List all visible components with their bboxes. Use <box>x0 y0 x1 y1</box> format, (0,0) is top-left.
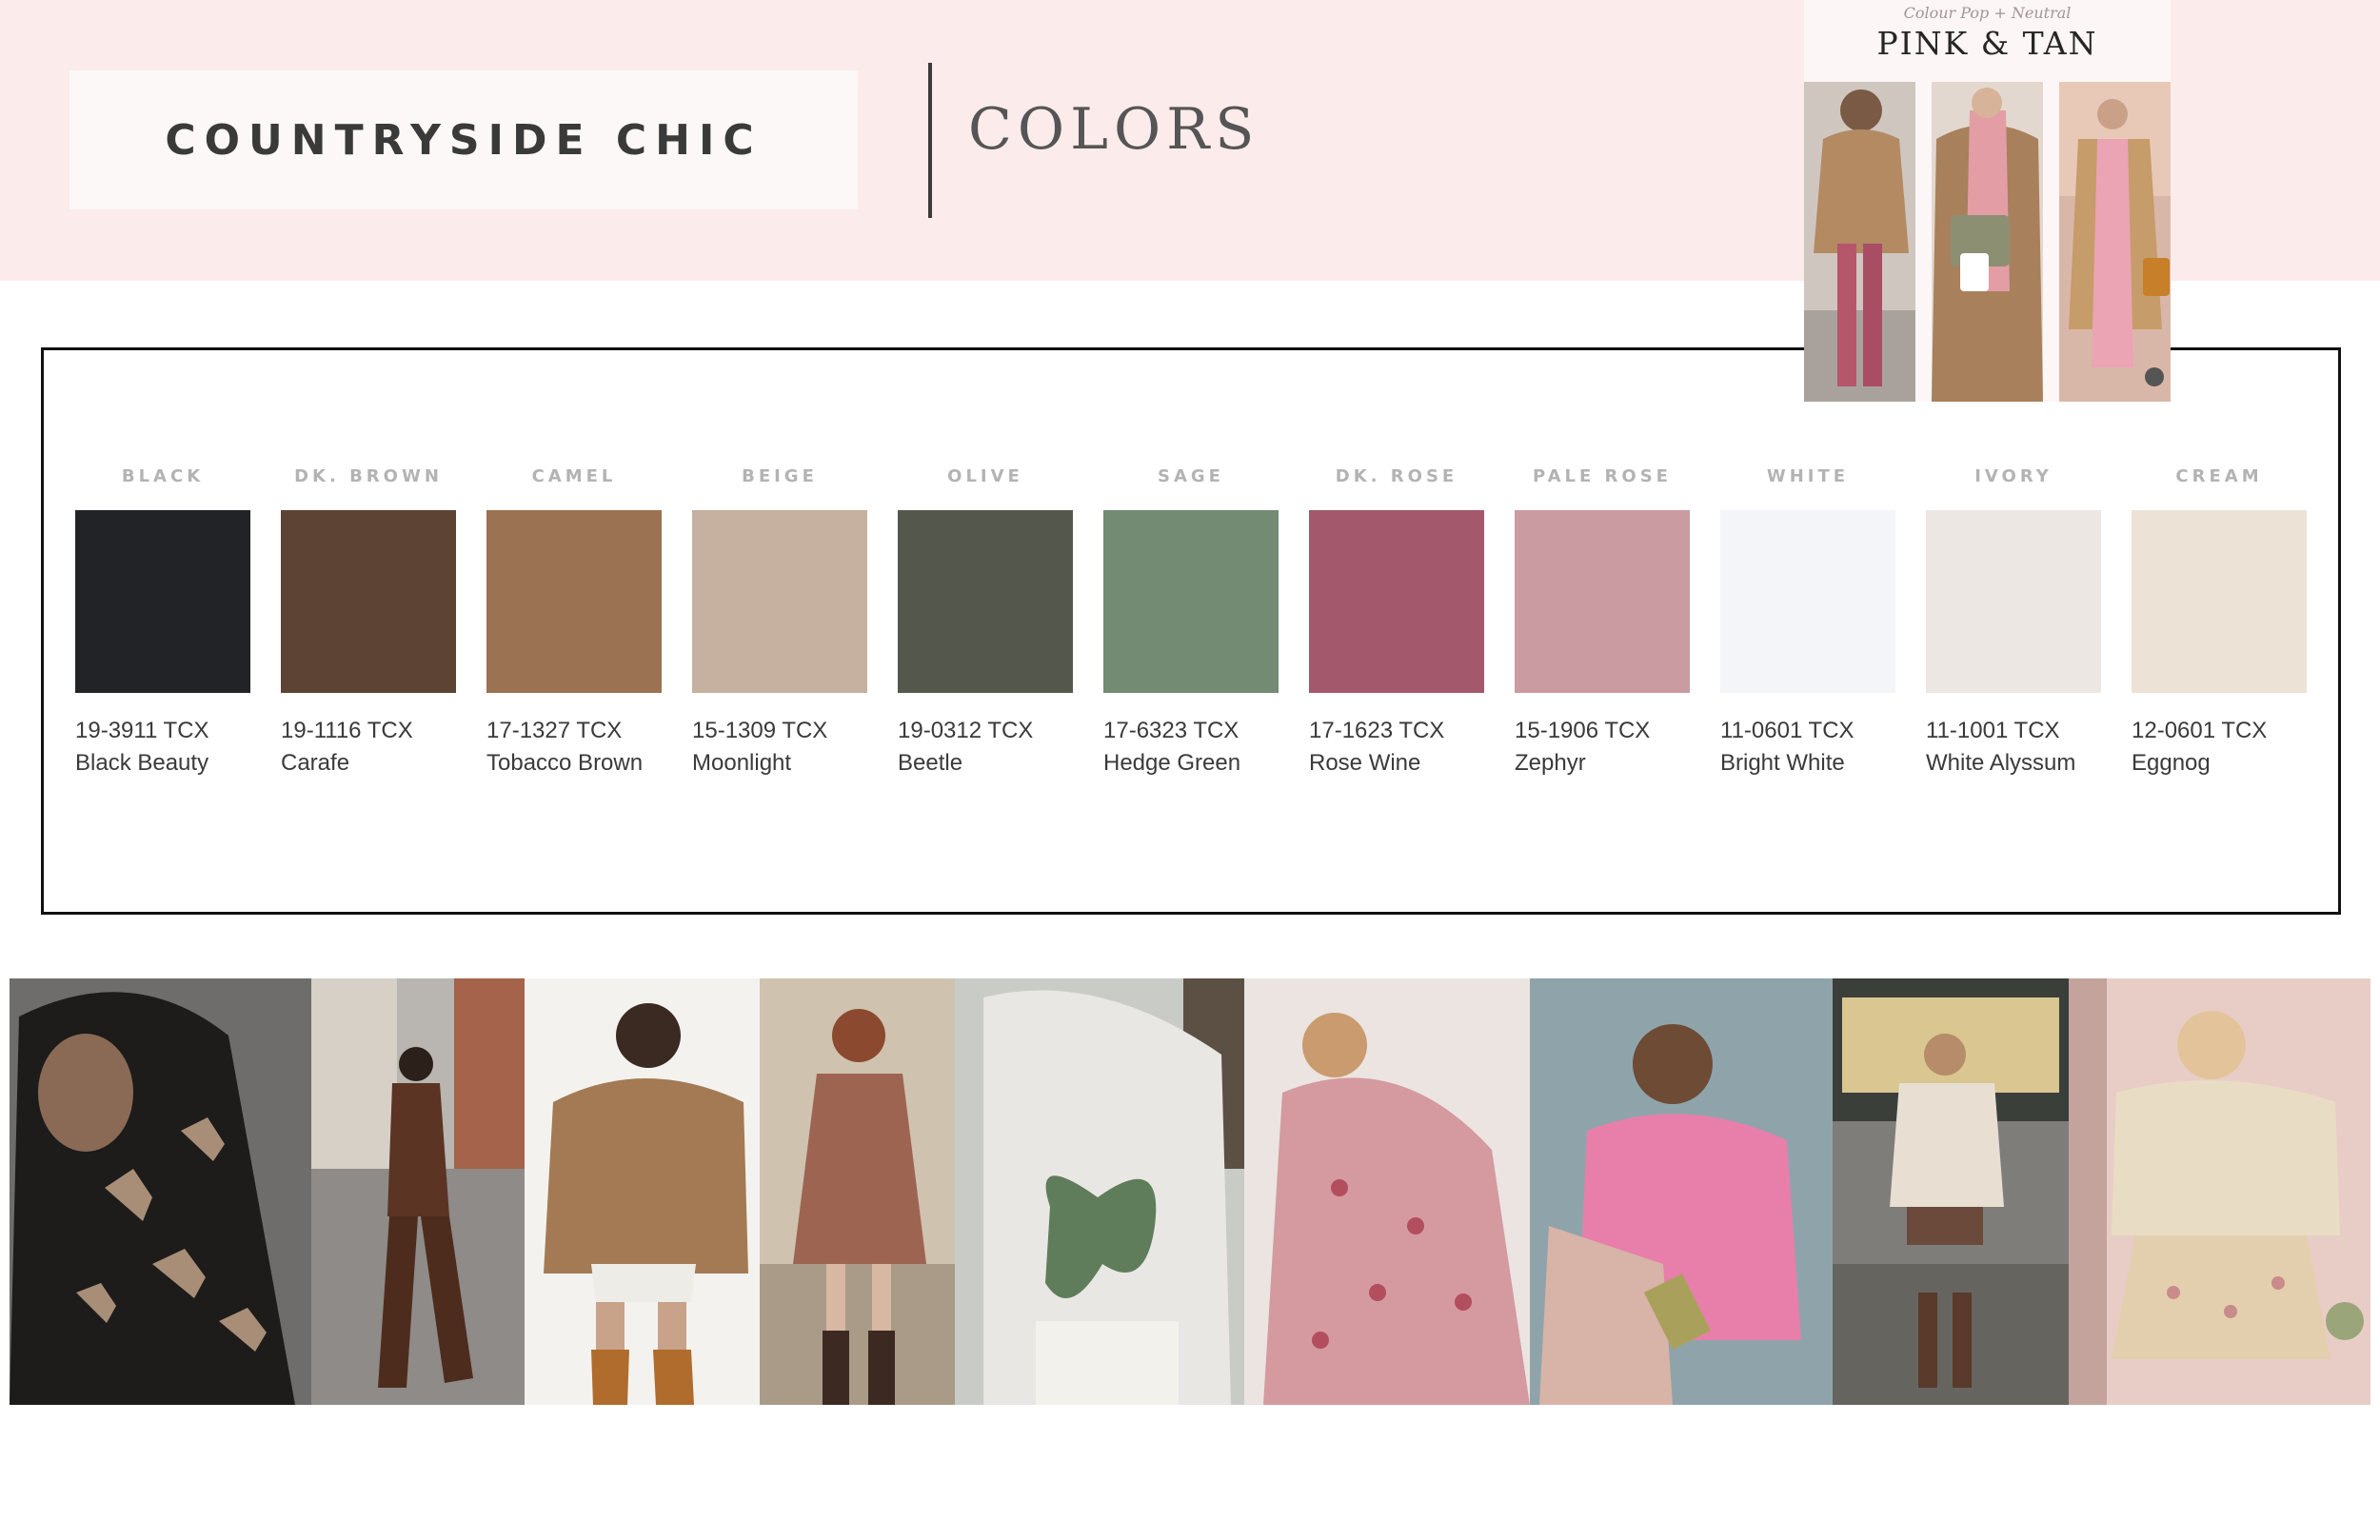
title-box: COUNTRYSIDE CHIC <box>69 70 858 209</box>
swatch-code: 11-0601 TCX <box>1720 718 1854 743</box>
swatch-color-chip <box>1926 510 2101 693</box>
swatch-code: 11-1001 TCX <box>1926 718 2060 743</box>
swatch-code: 17-1327 TCX <box>486 718 623 743</box>
strip-photo-1 <box>10 978 311 1405</box>
swatch-label: White Alyssum <box>1926 750 2076 776</box>
swatch-name: OLIVE <box>947 466 1023 486</box>
swatch-label: Eggnog <box>2132 750 2211 776</box>
swatch-label: Hedge Green <box>1103 750 1241 776</box>
swatch-label: Rose Wine <box>1309 750 1421 776</box>
strip-photo-4 <box>760 978 955 1405</box>
moodboard-title: PINK & TAN <box>1876 25 2098 62</box>
swatch-code: 12-0601 TCX <box>2132 718 2268 743</box>
moodboard-inset: Colour Pop + Neutral PINK & TAN <box>1804 0 2171 402</box>
page-title: COUNTRYSIDE CHIC <box>165 115 763 165</box>
moodboard-subtitle: Colour Pop + Neutral <box>1903 4 2072 22</box>
swatch-label: Black Beauty <box>75 750 209 776</box>
section-heading: COLORS <box>968 96 1260 163</box>
inset-photo-2 <box>1932 82 2043 402</box>
swatch-name: CREAM <box>2175 466 2263 486</box>
swatch-label: Tobacco Brown <box>486 750 644 776</box>
strip-photo-5 <box>955 978 1244 1405</box>
swatch-code: 15-1906 TCX <box>1515 718 1651 743</box>
swatch-color-chip <box>486 510 662 693</box>
swatch-color-chip <box>898 510 1073 693</box>
swatch-name: DK. ROSE <box>1335 466 1458 486</box>
swatch-label: Bright White <box>1720 750 1845 776</box>
swatch-color-chip <box>2132 510 2307 693</box>
swatch-color-chip <box>75 510 250 693</box>
header-divider <box>928 63 932 218</box>
swatch-name: DK. BROWN <box>294 466 443 486</box>
swatch-color-chip <box>692 510 867 693</box>
swatch-label: Beetle <box>898 750 963 776</box>
swatch-label: Moonlight <box>692 750 792 776</box>
swatch-code: 19-0312 TCX <box>898 718 1034 743</box>
strip-photo-6 <box>1244 978 1530 1405</box>
swatch-name: CAMEL <box>531 466 617 486</box>
strip-photo-3 <box>525 978 760 1405</box>
swatch-code: 19-3911 TCX <box>75 718 209 743</box>
swatch-color-chip <box>1103 510 1279 693</box>
swatch-code: 15-1309 TCX <box>692 718 828 743</box>
palette-box: BLACK 19-3911 TCX Black Beauty DK. BROWN 19-… <box>41 347 2341 915</box>
swatch-name: IVORY <box>1974 466 2053 486</box>
photo-strip <box>10 978 2370 1405</box>
strip-photo-9 <box>2069 978 2370 1405</box>
strip-photo-2 <box>311 978 525 1405</box>
swatch-color-chip <box>1720 510 1895 693</box>
swatch-name: SAGE <box>1158 466 1224 486</box>
swatch-color-chip <box>281 510 456 693</box>
swatch-code: 19-1116 TCX <box>281 718 413 743</box>
inset-photo-1 <box>1804 82 1915 402</box>
swatch-label: Carafe <box>281 750 350 776</box>
swatch-name: WHITE <box>1766 466 1850 486</box>
strip-photo-7 <box>1530 978 1833 1405</box>
swatch-code: 17-1623 TCX <box>1309 718 1445 743</box>
swatch-color-chip <box>1515 510 1690 693</box>
swatch-name: BLACK <box>121 466 205 486</box>
swatch-name: PALE ROSE <box>1533 466 1672 486</box>
swatch-label: Zephyr <box>1515 750 1586 776</box>
inset-photo-3 <box>2059 82 2171 402</box>
swatch-code: 17-6323 TCX <box>1103 718 1240 743</box>
strip-photo-8 <box>1833 978 2069 1405</box>
swatch-name: BEIGE <box>742 466 818 486</box>
swatch-color-chip <box>1309 510 1484 693</box>
